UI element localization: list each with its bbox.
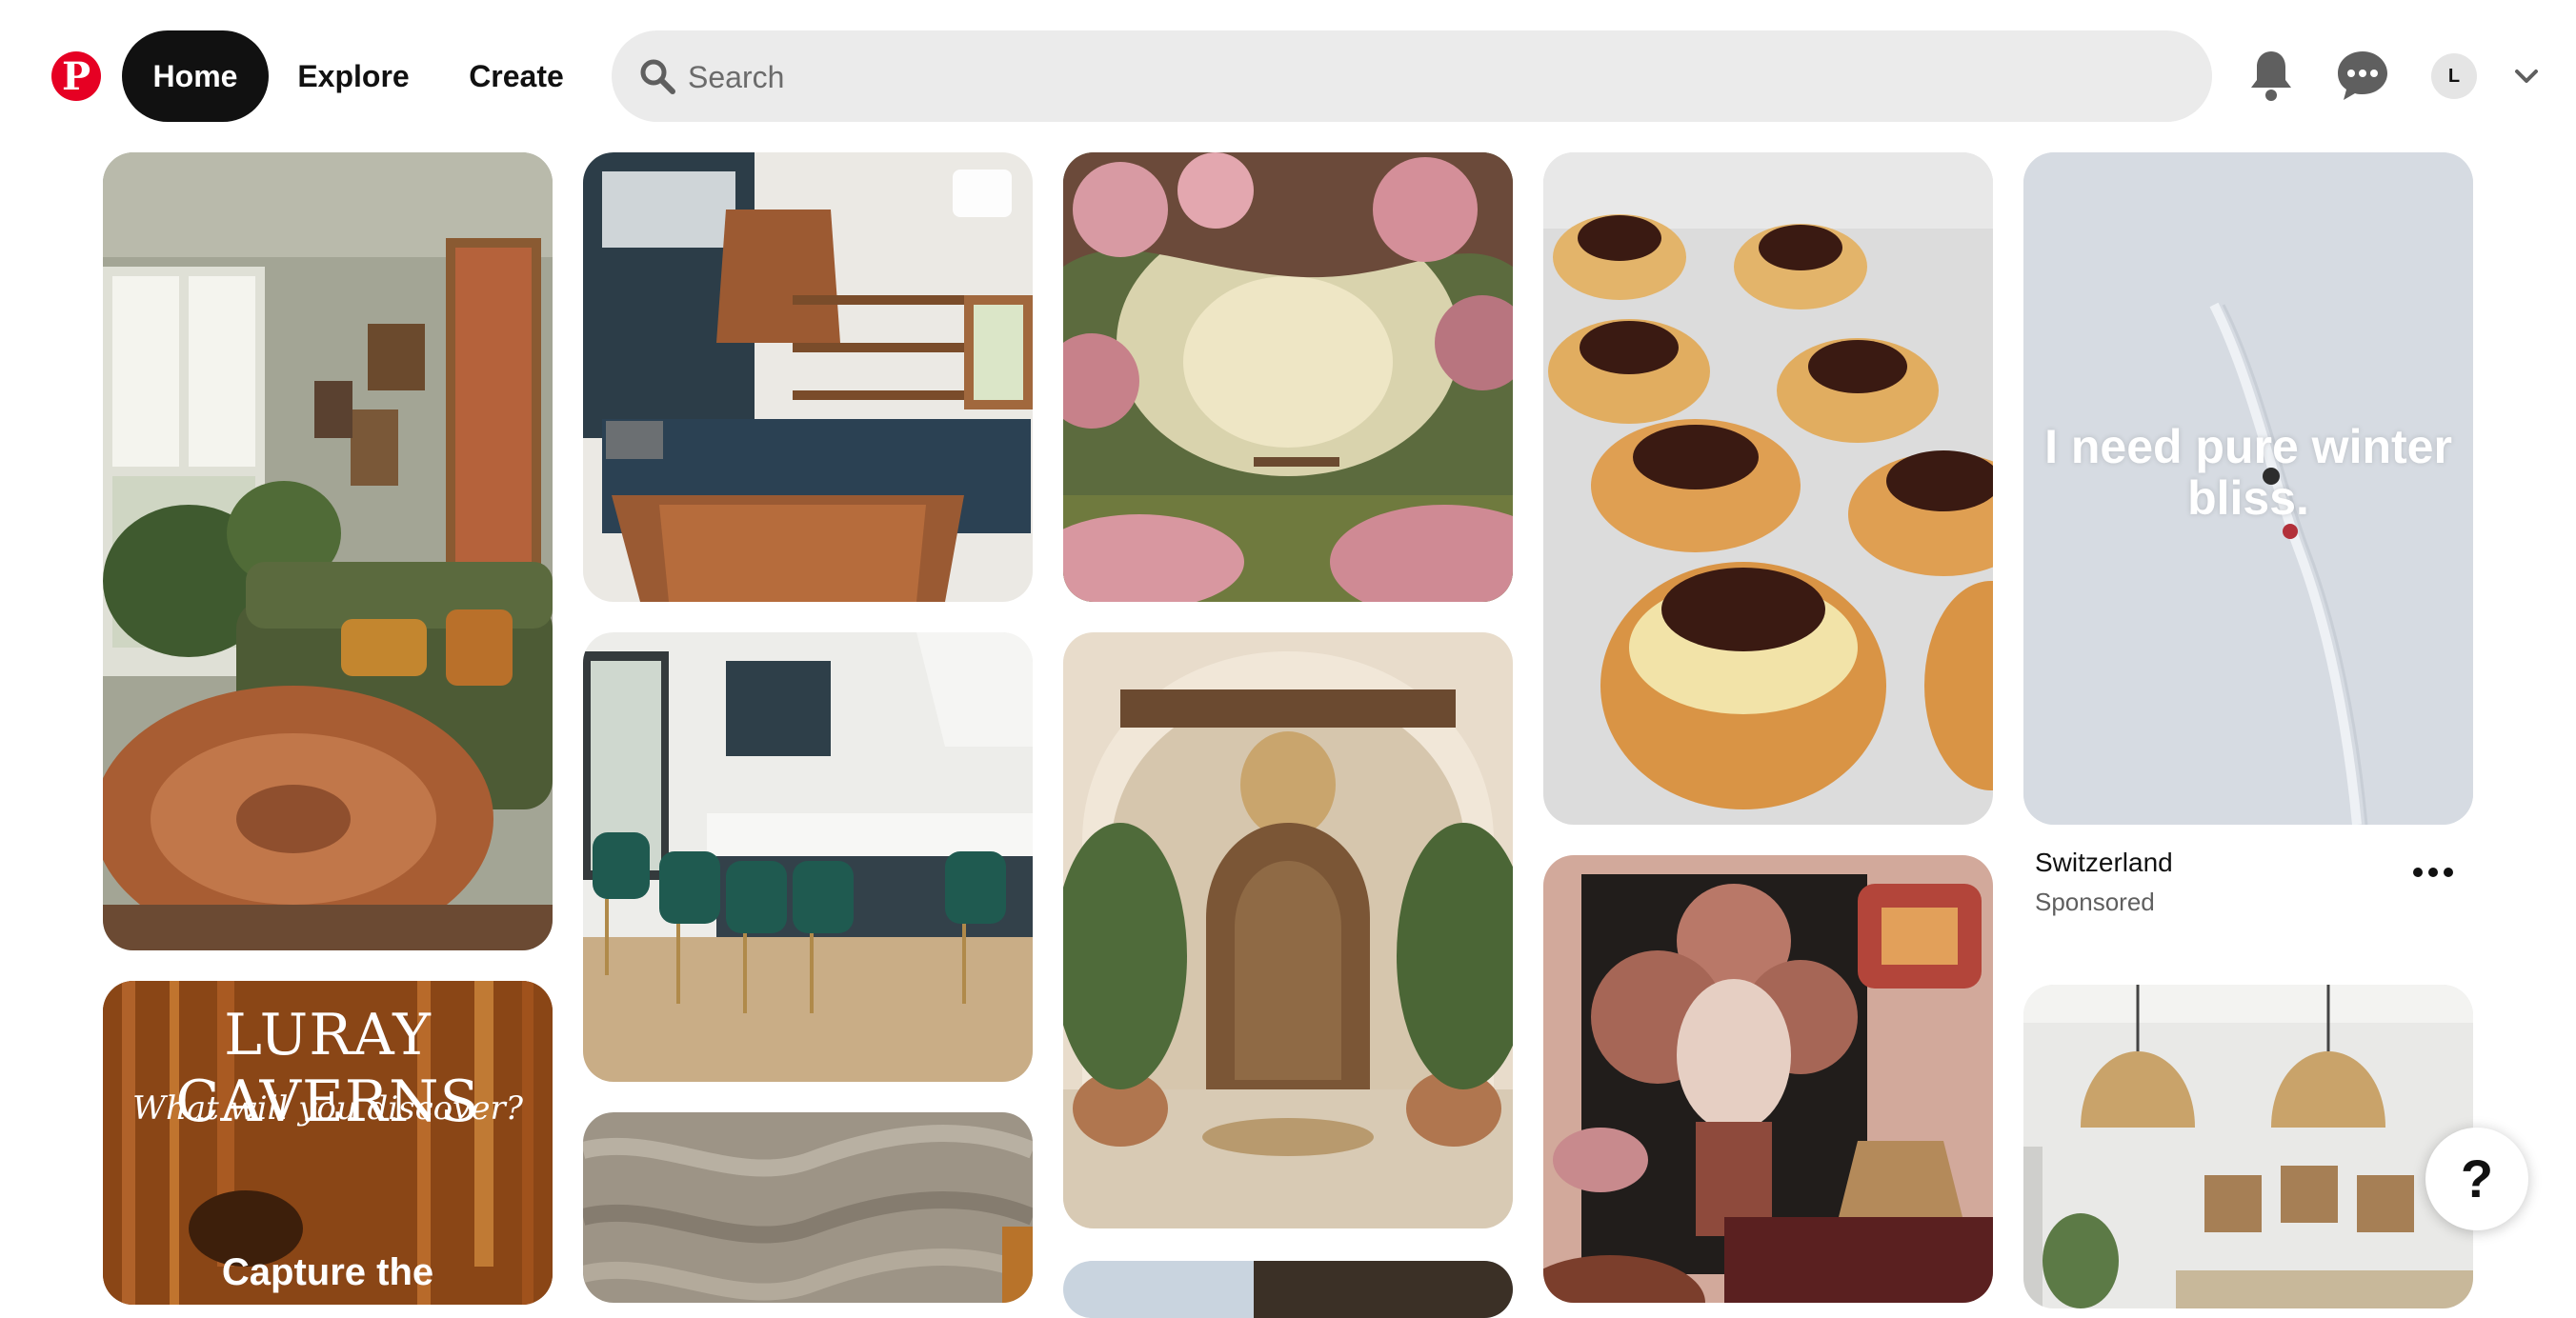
kitchen-island-image: [583, 632, 1033, 1082]
pin-kitchen-green-stools[interactable]: [583, 632, 1033, 1082]
pin-living-room[interactable]: [103, 152, 553, 950]
more-options-icon[interactable]: [2408, 853, 2458, 891]
sponsored-pin-title[interactable]: Switzerland: [2035, 848, 2173, 878]
pin-luray-caverns[interactable]: LURAY CAVERNS What will you discover? Ca…: [103, 981, 553, 1305]
pin-arched-entryway[interactable]: [1063, 632, 1513, 1228]
pin-partial-bottom[interactable]: [1063, 1261, 1513, 1318]
sponsored-label: Sponsored: [2035, 888, 2155, 916]
search-input[interactable]: [686, 30, 2176, 124]
help-button[interactable]: ?: [2425, 1128, 2528, 1230]
pendant-lights-image: [2023, 985, 2473, 1308]
pin-custard-tarts[interactable]: [1543, 152, 1993, 825]
pin-rattan-pendants[interactable]: [2023, 985, 2473, 1308]
top-navigation: P Home Explore Create L: [0, 0, 2576, 152]
chevron-down-icon[interactable]: [2511, 61, 2542, 91]
avatar[interactable]: L: [2431, 53, 2477, 99]
kitchen-image: [583, 152, 1033, 602]
search-bar[interactable]: [612, 30, 2212, 124]
pin-switzerland-ad[interactable]: I need pure winter bliss.: [2023, 152, 2473, 825]
pin-art-decor-collage[interactable]: [1543, 855, 1993, 1303]
caverns-cta: Capture the: [221, 1251, 434, 1293]
archway-image: [1063, 632, 1513, 1228]
blanket-image: [583, 1112, 1033, 1303]
art-collage-image: [1543, 855, 1993, 1303]
pin-knit-blanket[interactable]: [583, 1112, 1033, 1303]
tarts-image: [1543, 152, 1993, 825]
camera-badge-icon: [953, 170, 1012, 217]
pin-kitchen-open-shelves[interactable]: [583, 152, 1033, 602]
garden-image: [1063, 152, 1513, 602]
partial-pin-image: [1063, 1261, 1513, 1318]
nav-create-button[interactable]: Create: [438, 30, 594, 122]
ad-overlay-text: I need pure winter bliss.: [2044, 420, 2452, 525]
living-room-image: [103, 152, 553, 950]
pinterest-logo[interactable]: P: [51, 51, 101, 101]
nav-explore-button[interactable]: Explore: [278, 30, 429, 122]
bell-icon[interactable]: [2237, 42, 2305, 110]
caverns-subtitle: What will you discover?: [132, 1089, 523, 1128]
messages-icon[interactable]: [2328, 42, 2397, 110]
nav-home-button[interactable]: Home: [122, 30, 269, 122]
pin-flower-garden-swing[interactable]: [1063, 152, 1513, 602]
search-icon: [640, 59, 675, 94]
